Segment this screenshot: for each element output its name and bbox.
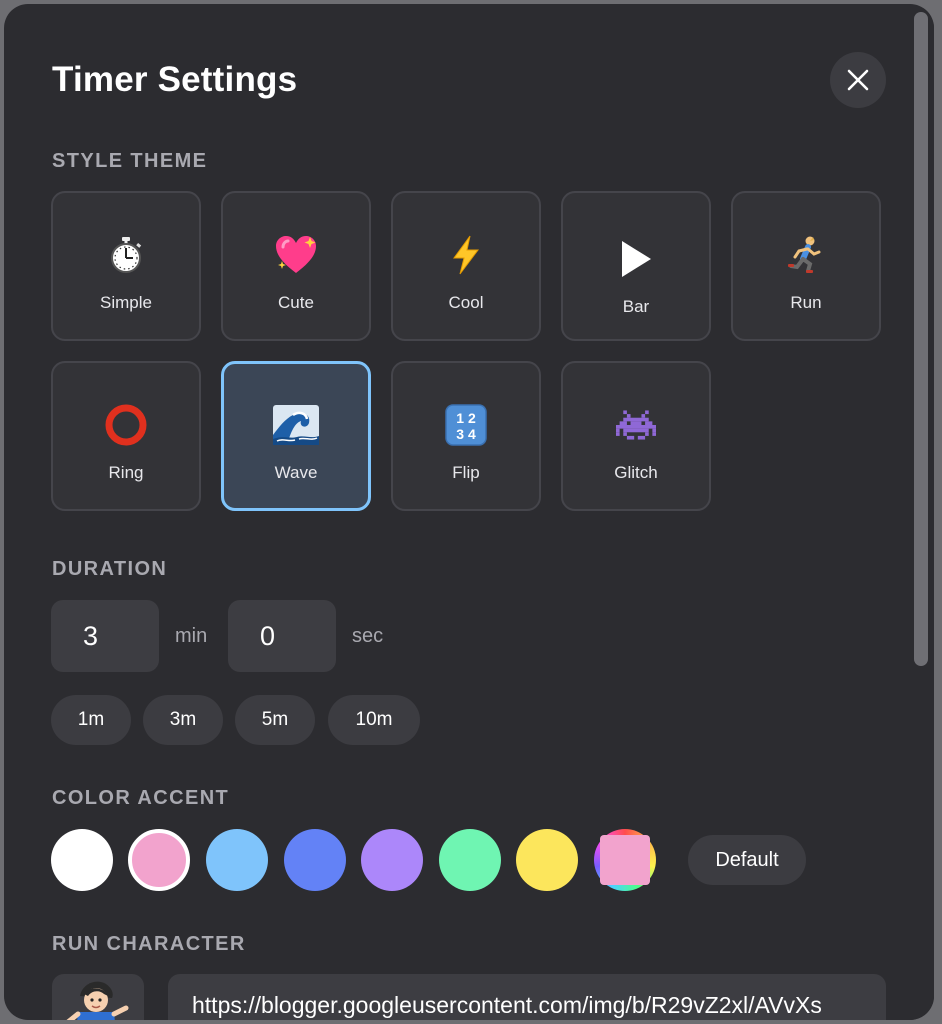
theme-label: Run (790, 293, 822, 312)
play-triangle-icon (563, 237, 709, 281)
preset-10m-button[interactable]: 10m (328, 695, 420, 745)
section-label-duration: DURATION (52, 558, 168, 580)
color-swatch-yellow[interactable] (516, 829, 578, 891)
preset-3m-button[interactable]: 3m (143, 695, 223, 745)
rainbow-swatch-inner (600, 835, 650, 885)
close-button[interactable] (830, 52, 886, 108)
theme-bar[interactable]: Bar (561, 191, 711, 341)
dialog-title: Timer Settings (52, 60, 298, 99)
svg-text:3 4: 3 4 (456, 426, 476, 442)
seconds-unit-label: sec (352, 625, 384, 647)
theme-label: Glitch (614, 463, 658, 482)
preset-1m-button[interactable]: 1m (51, 695, 131, 745)
theme-label: Ring (108, 463, 144, 482)
seconds-input[interactable]: 0 (228, 600, 336, 672)
color-swatch-pink[interactable] (128, 829, 190, 891)
wave-icon (224, 403, 368, 447)
color-swatch-rainbow[interactable] (594, 829, 656, 891)
section-label-style-theme: STYLE THEME (52, 150, 208, 172)
color-swatch-purple[interactable] (361, 829, 423, 891)
section-label-color-accent: COLOR ACCENT (52, 787, 230, 809)
color-swatch-green[interactable] (439, 829, 501, 891)
theme-simple[interactable]: Simple (51, 191, 201, 341)
runner-icon (733, 233, 879, 277)
theme-run[interactable]: Run (731, 191, 881, 341)
runner-character-icon (66, 981, 129, 1020)
color-swatch-blue[interactable] (284, 829, 346, 891)
theme-flip[interactable]: 1 2 3 4 Flip (391, 361, 541, 511)
scrollbar-thumb[interactable] (914, 12, 928, 666)
lightning-icon (393, 233, 539, 277)
theme-cool[interactable]: Cool (391, 191, 541, 341)
space-invader-icon (563, 403, 709, 447)
theme-ring[interactable]: Ring (51, 361, 201, 511)
theme-label: Wave (274, 463, 318, 482)
theme-glitch[interactable]: Glitch (561, 361, 711, 511)
svg-text:1 2: 1 2 (456, 410, 476, 426)
theme-label: Cool (448, 293, 484, 312)
theme-label: Cute (278, 293, 314, 312)
minutes-unit-label: min (175, 625, 208, 647)
color-swatch-white[interactable] (51, 829, 113, 891)
theme-label: Simple (100, 293, 152, 312)
section-label-run-character: RUN CHARACTER (52, 933, 246, 955)
theme-label: Bar (622, 297, 650, 316)
red-ring-icon (53, 403, 199, 447)
timer-settings-dialog: Timer Settings STYLE THEME Simple Cute C… (4, 4, 934, 1020)
default-color-button[interactable]: Default (688, 835, 806, 885)
theme-grid: Simple Cute Cool Bar Run Ring Wave 1 2 3… (51, 191, 891, 521)
run-character-avatar[interactable] (52, 974, 144, 1020)
theme-cute[interactable]: Cute (221, 191, 371, 341)
color-swatch-light-blue[interactable] (206, 829, 268, 891)
sparkling-heart-icon (223, 233, 369, 277)
run-character-url-input[interactable]: https://blogger.googleusercontent.com/im… (168, 974, 886, 1020)
close-icon (847, 69, 869, 91)
theme-wave[interactable]: Wave (221, 361, 371, 511)
theme-label: Flip (452, 463, 480, 482)
minutes-input[interactable]: 3 (51, 600, 159, 672)
numbers-1234-icon: 1 2 3 4 (393, 403, 539, 447)
preset-5m-button[interactable]: 5m (235, 695, 315, 745)
stopwatch-icon (53, 233, 199, 277)
